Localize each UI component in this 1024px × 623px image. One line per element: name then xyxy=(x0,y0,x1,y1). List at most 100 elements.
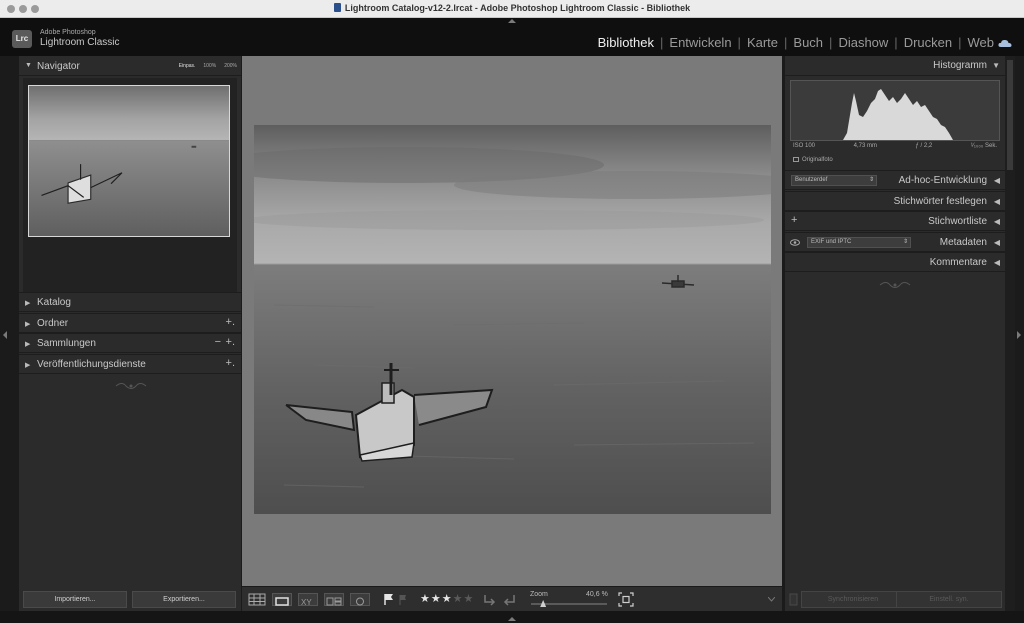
zoom-fit-option[interactable]: Einpas. xyxy=(179,63,196,69)
histogram-header[interactable]: Histogramm ▼ xyxy=(785,56,1005,76)
preset-value: EXIF und IPTC xyxy=(811,239,852,245)
select-caret-icon: ⇕ xyxy=(902,239,908,245)
select-caret-icon: ⇕ xyxy=(868,177,874,183)
star-rating[interactable]: ★★★★★ xyxy=(420,592,474,605)
section-label: Kommentare xyxy=(929,257,987,268)
loupe-view-button[interactable] xyxy=(272,593,292,606)
expand-triangle-icon: ◀ xyxy=(993,217,1000,226)
navigator-header[interactable]: ▼ Navigator Einpas. 100% 200% xyxy=(19,56,241,76)
export-button[interactable]: Exportieren... xyxy=(132,591,236,608)
zoom-200-option[interactable]: 200% xyxy=(224,63,237,69)
section-sammlungen[interactable]: ▶ Sammlungen − +. xyxy=(19,333,241,353)
filmstrip-toggle[interactable] xyxy=(508,617,516,621)
checkbox-icon[interactable] xyxy=(793,157,799,162)
rotate-right-icon[interactable] xyxy=(503,593,517,606)
window-title-bar: Lightroom Catalog-v12-2.lrcat - Adobe Ph… xyxy=(0,0,1024,18)
add-publish-service-icon[interactable]: +. xyxy=(226,357,235,369)
panel-end-ornament-icon xyxy=(879,282,911,288)
add-folder-icon[interactable]: +. xyxy=(226,316,235,328)
top-panel-toggle[interactable] xyxy=(508,19,516,23)
module-separator: | xyxy=(660,35,664,50)
module-separator: | xyxy=(958,35,962,50)
flag-reject-icon[interactable] xyxy=(399,595,407,605)
original-photo-toggle[interactable]: Originalfoto xyxy=(793,157,833,163)
scrollbar-thumb[interactable] xyxy=(1007,60,1013,170)
zoom-100-option[interactable]: 100% xyxy=(203,63,216,69)
synchronize-button[interactable]: Synchronisieren xyxy=(801,591,905,608)
section-keyword-list[interactable]: + Stichwortliste ◀ xyxy=(785,211,1005,231)
compare-view-button[interactable]: XY xyxy=(298,593,318,607)
metadata-preset-select[interactable]: EXIF und IPTC ⇕ xyxy=(807,237,911,248)
lrc-logo: Lrc xyxy=(12,30,32,48)
star-5-icon[interactable]: ★ xyxy=(464,593,475,605)
histogram[interactable] xyxy=(790,80,1000,141)
sync-switch-icon[interactable] xyxy=(789,593,798,606)
sync-settings-button[interactable]: Einstell. syn. xyxy=(896,591,1002,608)
module-bibliothek[interactable]: Bibliothek xyxy=(598,35,654,50)
preset-value: Benutzerdef xyxy=(795,177,828,183)
section-label: Veröffentlichungsdienste xyxy=(37,359,146,370)
histogram-graph xyxy=(843,89,953,140)
section-katalog[interactable]: ▶ Katalog xyxy=(19,292,241,312)
add-keyword-icon[interactable]: + xyxy=(791,214,797,226)
star-2-icon[interactable]: ★ xyxy=(431,593,442,605)
navigator-label: Navigator xyxy=(37,61,80,72)
module-entwickeln[interactable]: Entwickeln xyxy=(669,35,731,50)
rotate-left-icon[interactable] xyxy=(482,593,496,606)
identity-plate: Lrc Adobe Photoshop Lightroom Classic Bi… xyxy=(0,18,1024,56)
eye-icon[interactable] xyxy=(790,239,800,246)
module-buch[interactable]: Buch xyxy=(793,35,823,50)
zoom-value: 40,6 % xyxy=(586,591,608,598)
navigator-thumbnail[interactable] xyxy=(28,85,230,237)
main-photo[interactable] xyxy=(254,125,771,514)
crop-frame-icon[interactable] xyxy=(618,592,634,607)
svg-text:XY: XY xyxy=(301,598,312,607)
window-title-text: Lightroom Catalog-v12-2.lrcat - Adobe Ph… xyxy=(344,3,691,13)
module-web[interactable]: Web xyxy=(968,35,995,50)
star-1-icon[interactable]: ★ xyxy=(420,593,431,605)
star-4-icon[interactable]: ★ xyxy=(453,593,464,605)
loupe-view-icon xyxy=(275,597,289,606)
section-veroeffentlichungsdienste[interactable]: ▶ Veröffentlichungsdienste +. xyxy=(19,354,241,374)
section-ordner[interactable]: ▶ Ordner +. xyxy=(19,313,241,333)
quick-develop-preset-select[interactable]: Benutzerdef ⇕ xyxy=(791,175,877,186)
toolbar-menu-chevron-icon[interactable] xyxy=(768,597,775,602)
left-panel: ▼ Navigator Einpas. 100% 200% ▶ Katalog … xyxy=(19,56,241,611)
section-label: Ad-hoc-Entwicklung xyxy=(898,175,987,186)
section-quick-develop[interactable]: Benutzerdef ⇕ Ad-hoc-Entwicklung ◀ xyxy=(785,170,1005,190)
module-separator: | xyxy=(737,35,741,50)
section-keywording[interactable]: Stichwörter festlegen ◀ xyxy=(785,191,1005,211)
grid-view-button[interactable] xyxy=(248,593,266,606)
section-metadata[interactable]: EXIF und IPTC ⇕ Metadaten ◀ xyxy=(785,232,1005,252)
module-karte[interactable]: Karte xyxy=(747,35,778,50)
flag-pick-icon[interactable] xyxy=(383,593,395,606)
collapse-triangle-icon: ▼ xyxy=(25,62,32,69)
module-separator: | xyxy=(894,35,898,50)
exif-info: ISO 100 4,73 mm ƒ / 2,2 ¹⁄₁₀₀₀ Sek. xyxy=(793,143,997,149)
module-drucken[interactable]: Drucken xyxy=(904,35,952,50)
brand-line-1: Adobe Photoshop xyxy=(40,29,96,36)
compare-view-icon: XY xyxy=(301,598,312,607)
module-separator: | xyxy=(829,35,833,50)
photo-canvas xyxy=(254,125,771,514)
people-view-button[interactable] xyxy=(350,593,370,606)
expand-triangle-icon: ◀ xyxy=(993,197,1000,206)
section-label: Ordner xyxy=(37,318,69,329)
section-comments[interactable]: Kommentare ◀ xyxy=(785,252,1005,272)
window-title: Lightroom Catalog-v12-2.lrcat - Adobe Ph… xyxy=(0,3,1024,13)
star-3-icon[interactable]: ★ xyxy=(442,593,453,605)
expand-triangle-icon: ◀ xyxy=(993,176,1000,185)
import-button[interactable]: Importieren... xyxy=(23,591,127,608)
module-diashow[interactable]: Diashow xyxy=(838,35,888,50)
module-separator: | xyxy=(784,35,788,50)
section-label: Stichwörter festlegen xyxy=(893,196,987,207)
collapse-triangle-icon: ▼ xyxy=(992,61,1000,70)
right-panel-toggle[interactable] xyxy=(1017,331,1021,339)
panel-end-ornament-icon xyxy=(115,383,147,389)
remove-collection-icon[interactable]: − xyxy=(215,336,221,348)
expand-triangle-icon: ▶ xyxy=(25,300,31,307)
cloud-sync-icon[interactable] xyxy=(998,39,1012,48)
survey-view-button[interactable] xyxy=(324,593,344,606)
left-panel-toggle[interactable] xyxy=(3,331,7,339)
add-collection-icon[interactable]: +. xyxy=(226,336,235,348)
